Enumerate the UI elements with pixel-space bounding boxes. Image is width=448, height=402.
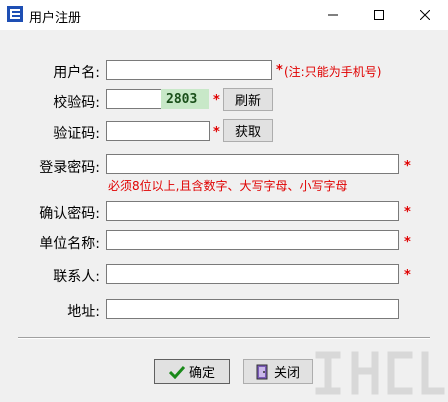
get-code-button[interactable]: 获取	[223, 119, 273, 142]
close-dialog-button[interactable]: 关闭	[243, 359, 313, 384]
verify-code-label: 验证码:	[53, 126, 100, 142]
minimize-button[interactable]	[310, 0, 356, 30]
check-code-label: 校验码:	[53, 95, 100, 111]
ok-button[interactable]: 确定	[154, 359, 230, 384]
username-input[interactable]	[106, 60, 272, 80]
close-button-label: 关闭	[273, 366, 300, 381]
contact-required-mark: *	[404, 268, 411, 283]
door-icon	[256, 364, 268, 379]
company-input[interactable]	[106, 230, 399, 250]
minimize-icon	[328, 14, 338, 16]
contact-input[interactable]	[106, 264, 399, 284]
password-input[interactable]	[106, 154, 399, 174]
confirm-password-label: 确认密码:	[39, 206, 100, 222]
confirm-password-required-mark: *	[404, 205, 411, 220]
check-code-required-mark: *	[213, 93, 220, 108]
username-note: (注:只能为手机号)	[284, 65, 382, 79]
separator-highlight	[18, 338, 430, 339]
address-label: 地址:	[67, 304, 100, 320]
window-title: 用户注册	[29, 11, 82, 26]
captcha-image[interactable]: 2803	[161, 89, 209, 109]
close-icon	[420, 10, 430, 20]
confirm-password-input[interactable]	[106, 201, 399, 221]
address-input[interactable]	[106, 299, 399, 319]
maximize-icon	[374, 10, 384, 20]
captcha-text: 2803	[166, 91, 198, 107]
username-label: 用户名:	[53, 65, 100, 81]
title-bar: 用户注册	[0, 0, 448, 30]
password-hint: 必须8位以上,且含数字、大写字母、小写字母	[108, 179, 348, 193]
verify-code-input[interactable]	[106, 121, 210, 141]
ok-button-label: 确定	[188, 366, 215, 381]
refresh-button[interactable]: 刷新	[223, 88, 273, 111]
app-icon	[7, 6, 23, 22]
company-label: 单位名称:	[39, 236, 100, 252]
contact-label: 联系人:	[53, 269, 100, 285]
company-required-mark: *	[404, 235, 411, 250]
password-required-mark: *	[404, 159, 411, 174]
password-label: 登录密码:	[39, 160, 100, 176]
check-icon	[168, 365, 185, 379]
check-code-input[interactable]	[106, 89, 162, 109]
verify-code-required-mark: *	[213, 125, 220, 140]
maximize-button[interactable]	[356, 0, 402, 30]
watermark-logo-icon	[315, 351, 445, 395]
close-button[interactable]	[402, 0, 448, 30]
username-required-mark: *	[276, 63, 283, 78]
